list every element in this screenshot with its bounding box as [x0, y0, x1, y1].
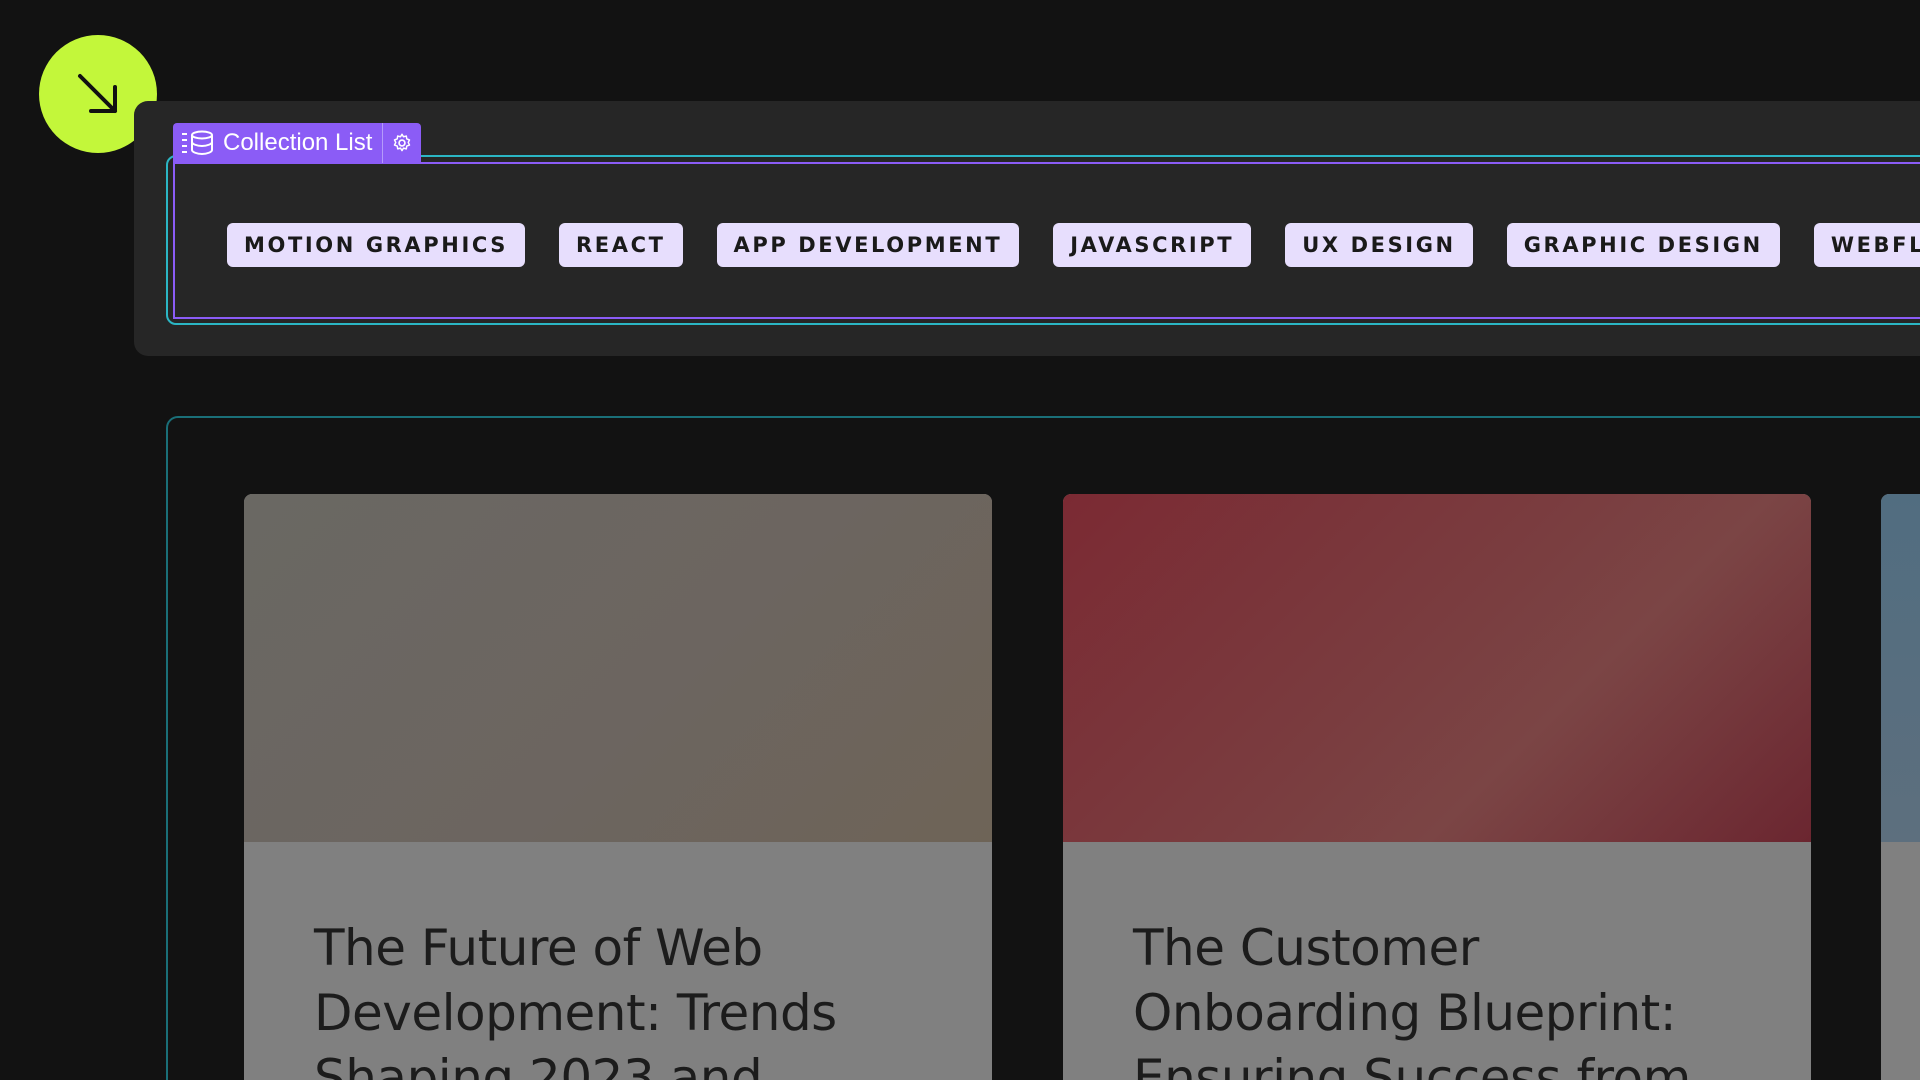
arrow-down-right-icon [78, 74, 117, 113]
collection-list-label: Collection List [223, 129, 373, 156]
gear-icon [394, 133, 411, 152]
tag-list: MOTION GRAPHICS REACT APP DEVELOPMENT JA… [227, 223, 1920, 267]
blog-card[interactable] [1881, 494, 1920, 1080]
card-body: The Future of Web Development: Trends Sh… [244, 842, 992, 1080]
designer-canvas: Collection List MOTION GRAPHICS REACT AP… [0, 0, 1920, 1080]
card-body: The Customer Onboarding Blueprint: Ensur… [1063, 842, 1811, 1080]
card-image [1881, 494, 1920, 842]
blog-card[interactable]: The Future of Web Development: Trends Sh… [244, 494, 992, 1080]
card-image [244, 494, 992, 842]
tag-javascript[interactable]: JAVASCRIPT [1053, 223, 1252, 267]
card-title[interactable]: The Customer Onboarding Blueprint: Ensur… [1133, 916, 1741, 1080]
tag-ux-design[interactable]: UX DESIGN [1285, 223, 1473, 267]
blog-card[interactable]: The Customer Onboarding Blueprint: Ensur… [1063, 494, 1811, 1080]
tag-react[interactable]: REACT [559, 223, 683, 267]
tag-webflow-development[interactable]: WEBFLOW DEVEL [1813, 223, 1920, 267]
card-image [1063, 494, 1811, 842]
tag-app-development[interactable]: APP DEVELOPMENT [716, 223, 1020, 267]
tag-graphic-design[interactable]: GRAPHIC DESIGN [1506, 223, 1780, 267]
collection-list-badge[interactable]: Collection List [173, 123, 422, 163]
collection-list-settings-button[interactable] [382, 123, 422, 163]
collection-list-icon [182, 130, 213, 156]
tag-motion-graphics[interactable]: MOTION GRAPHICS [227, 223, 525, 267]
collection-list-label-block[interactable]: Collection List [173, 123, 383, 163]
card-body [1881, 842, 1920, 916]
card-title[interactable]: The Future of Web Development: Trends Sh… [314, 916, 922, 1080]
